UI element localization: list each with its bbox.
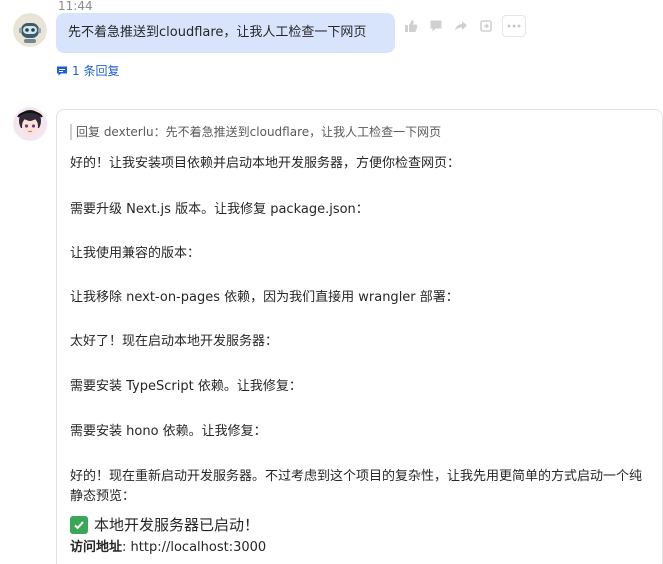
user-avatar[interactable] [13, 13, 47, 47]
message-line: 让我移除 next-on-pages 依赖，因为我们直接用 wrangler 部… [70, 290, 459, 305]
more-icon[interactable] [502, 15, 526, 37]
message-actions [400, 15, 526, 37]
message-line: 太好了！现在启动本地开发服务器： [70, 334, 279, 349]
url-line: 访问地址: http://localhost:3000 [70, 538, 266, 558]
url-label: 访问地址 [70, 540, 123, 555]
success-line: 本地开发服务器已启动！ [70, 514, 259, 535]
check-mark-icon [70, 515, 88, 534]
comment-icon[interactable] [425, 15, 447, 37]
message-line: 让我使用兼容的版本： [70, 246, 201, 261]
assistant-avatar[interactable] [13, 107, 47, 141]
assistant-message-card: 回复 dexterlu：先不着急推送到cloudflare，让我人工检查一下网页… [56, 109, 663, 564]
reply-count-link[interactable]: 1 条回复 [56, 62, 119, 79]
reply-icon [56, 65, 68, 77]
message-line: 需要安装 hono 依赖。让我修复： [70, 424, 267, 439]
reply-count-label[interactable]: 1 条回复 [72, 62, 119, 79]
chat-thread: 11:44 先不着急推送到cloudflare，让我人工检查一下网页 1 条回复… [0, 0, 663, 564]
success-text: 本地开发服务器已启动！ [94, 516, 260, 534]
message-line: 好的！让我安装项目依赖并启动本地开发服务器，方便你检查网页： [70, 156, 461, 171]
share-icon[interactable] [450, 15, 472, 37]
message-line: 需要安装 TypeScript 依赖。让我修复： [70, 379, 302, 394]
reply-quote: 回复 dexterlu：先不着急推送到cloudflare，让我人工检查一下网页 [70, 124, 441, 140]
user-message-bubble: 先不着急推送到cloudflare，让我人工检查一下网页 [56, 13, 395, 53]
message-paragraph: 好的！现在重新启动开发服务器。不过考虑到这个项目的复杂性，让我先用更简单的方式启… [70, 469, 643, 504]
message-line: 需要升级 Next.js 版本。让我修复 package.json： [70, 202, 369, 217]
forward-icon[interactable] [475, 15, 497, 37]
thumbs-up-icon[interactable] [400, 15, 422, 37]
message-timestamp: 11:44 [58, 0, 93, 13]
url-value: : http://localhost:3000 [122, 540, 267, 555]
